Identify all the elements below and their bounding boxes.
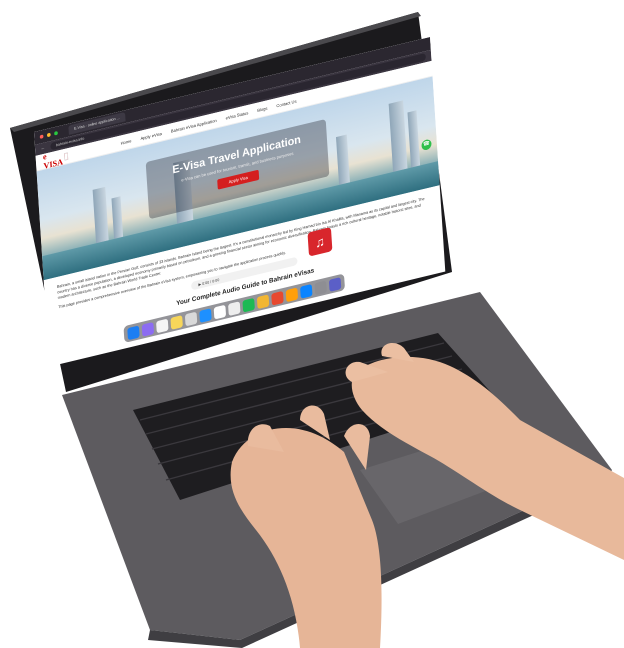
nav-apply-evisa[interactable]: Apply eVisa <box>140 131 162 141</box>
notes-icon[interactable] <box>170 314 183 330</box>
skyline-tower <box>335 134 350 185</box>
skyline-tower <box>388 100 408 172</box>
skyline-tower <box>407 110 421 168</box>
calendar-icon[interactable] <box>271 290 284 306</box>
nav-contact-us[interactable]: Contact Us <box>276 98 296 107</box>
nav-evisa-status[interactable]: eVisa Status <box>225 110 248 120</box>
whatsapp-icon[interactable]: ☎ <box>421 138 432 152</box>
chrome-icon[interactable] <box>256 293 270 309</box>
spotify-icon[interactable] <box>242 297 255 313</box>
settings-icon[interactable] <box>314 280 327 295</box>
launchpad-icon[interactable] <box>141 321 155 337</box>
notion-icon[interactable] <box>228 300 241 316</box>
finder-icon[interactable] <box>127 325 140 340</box>
skyline-tower <box>111 196 124 239</box>
slack-icon[interactable] <box>213 304 227 320</box>
photos-icon[interactable] <box>156 318 169 333</box>
chatgpt-icon[interactable] <box>184 311 198 326</box>
books-icon[interactable] <box>285 286 299 302</box>
play-icon[interactable]: ▶ <box>198 282 201 287</box>
safari-icon[interactable] <box>199 307 212 323</box>
app-store-icon[interactable] <box>300 283 313 299</box>
teams-icon[interactable] <box>328 276 342 292</box>
minimize-icon[interactable] <box>46 132 51 138</box>
nav-blogs[interactable]: Blogs <box>257 105 267 112</box>
bahrain-flag-icon <box>64 152 68 160</box>
apply-visa-button[interactable]: Apply Visa <box>217 169 259 190</box>
maximize-icon[interactable] <box>54 130 58 136</box>
nav-home[interactable]: Home <box>120 138 131 145</box>
audio-time: 0:00 / 0:00 <box>202 277 220 286</box>
skyline-tower <box>92 186 109 244</box>
close-icon[interactable] <box>39 134 44 139</box>
